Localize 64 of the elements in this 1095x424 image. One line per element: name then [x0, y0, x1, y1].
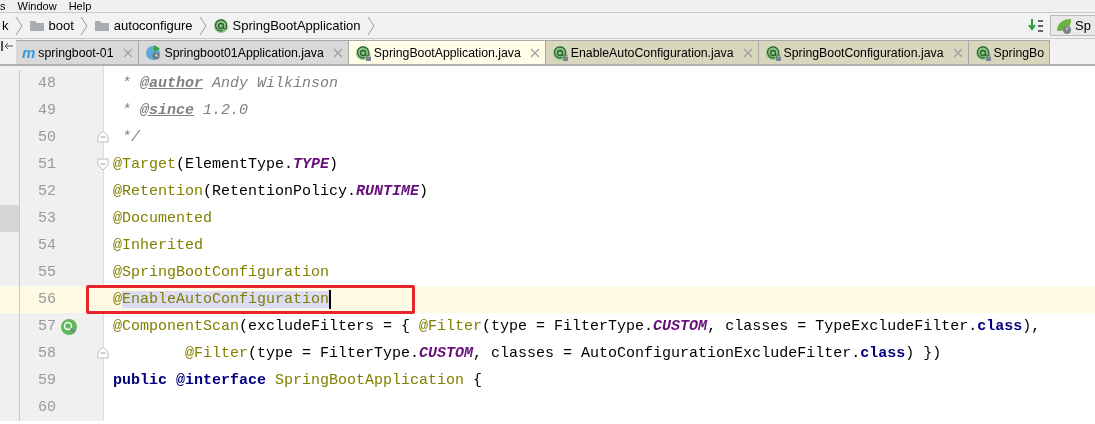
breadcrumb-item[interactable]: autoconfigure [113, 18, 193, 33]
editor-tab[interactable]: Springboot01Application.java [138, 40, 349, 64]
code-line: @Target(ElementType.TYPE) [113, 154, 339, 175]
code-line: @Documented [113, 208, 213, 229]
spring-leaf-icon [1055, 17, 1073, 34]
chevron-icon [366, 14, 375, 37]
code-line: * @author Andy Wilkinson [121, 73, 339, 94]
code-line: */ [121, 127, 140, 148]
chevron-icon [198, 14, 207, 37]
annotation-icon [212, 17, 229, 34]
line-number: 52 [37, 183, 56, 200]
editor-tab[interactable]: EnableAutoConfiguration.java [545, 40, 759, 64]
line-number: 51 [37, 156, 56, 173]
line-number: 48 [37, 75, 56, 92]
line-number: 57 [37, 318, 56, 335]
code-line: @SpringBootConfiguration [113, 262, 330, 283]
chevron-icon [14, 14, 23, 37]
code-line: * @since 1.2.0 [121, 100, 249, 121]
breadcrumb-item[interactable]: k [2, 18, 9, 33]
line-number: 53 [37, 210, 56, 227]
pin-tabs-icon [0, 39, 14, 53]
fold-marker-icon[interactable] [97, 131, 109, 144]
line-number: 58 [37, 345, 56, 362]
menu-item[interactable]: s [0, 0, 6, 12]
code-line: @ComponentScan(excludeFilters = { @Filter(type = FilterType.CUSTOM, classes = TypeExcludeFilter.class), [113, 316, 1041, 337]
line-number: 59 [37, 372, 56, 389]
line-number: 50 [37, 129, 56, 146]
code-line: @Filter(type = FilterType.CUSTOM, classes = AutoConfigurationExcludeFilter.class) }) [184, 343, 942, 364]
close-icon[interactable] [952, 47, 963, 58]
editor-tab[interactable]: SpringBootApplication.java [348, 40, 546, 64]
folder-icon [28, 18, 45, 33]
editor-tab[interactable]: SpringBo [968, 40, 1051, 64]
locked-annotation-icon [354, 44, 371, 61]
editor-tab[interactable]: m springboot-01 [16, 40, 139, 64]
code-line: @EnableAutoConfiguration [113, 289, 330, 310]
breadcrumb-item[interactable]: SpringBootApplication [232, 18, 361, 33]
run-configuration-button[interactable]: Sp [1050, 15, 1095, 36]
locked-annotation-icon [551, 44, 568, 61]
runnable-class-icon [144, 44, 162, 61]
line-number: 49 [37, 102, 56, 119]
line-number: 55 [37, 264, 56, 281]
fold-marker-icon[interactable] [97, 158, 109, 171]
close-icon[interactable] [529, 47, 540, 58]
breadcrumb-item[interactable]: boot [48, 18, 74, 33]
locked-annotation-icon [974, 44, 991, 61]
folder-icon [93, 18, 110, 33]
line-number: 54 [37, 237, 56, 254]
magnifier-icon[interactable] [60, 317, 78, 336]
close-icon[interactable] [332, 47, 343, 58]
close-icon[interactable] [742, 47, 753, 58]
line-number: 56 [37, 291, 56, 308]
fold-marker-icon[interactable] [97, 347, 109, 360]
editor-tab[interactable]: SpringBootConfiguration.java [758, 40, 969, 64]
locked-annotation-icon [764, 44, 781, 61]
code-line: @Retention(RetentionPolicy.RUNTIME) [113, 181, 429, 202]
line-number: 60 [37, 399, 56, 416]
download-binary-icon [1028, 17, 1045, 34]
code-line: public @interface SpringBootApplication { [113, 370, 483, 391]
code-line: @Inherited [113, 235, 203, 256]
chevron-icon [79, 14, 88, 37]
menu-item[interactable]: Help [68, 0, 92, 12]
module-icon: m [22, 44, 36, 61]
menu-item[interactable]: Window [17, 0, 57, 12]
close-icon[interactable] [122, 47, 133, 58]
